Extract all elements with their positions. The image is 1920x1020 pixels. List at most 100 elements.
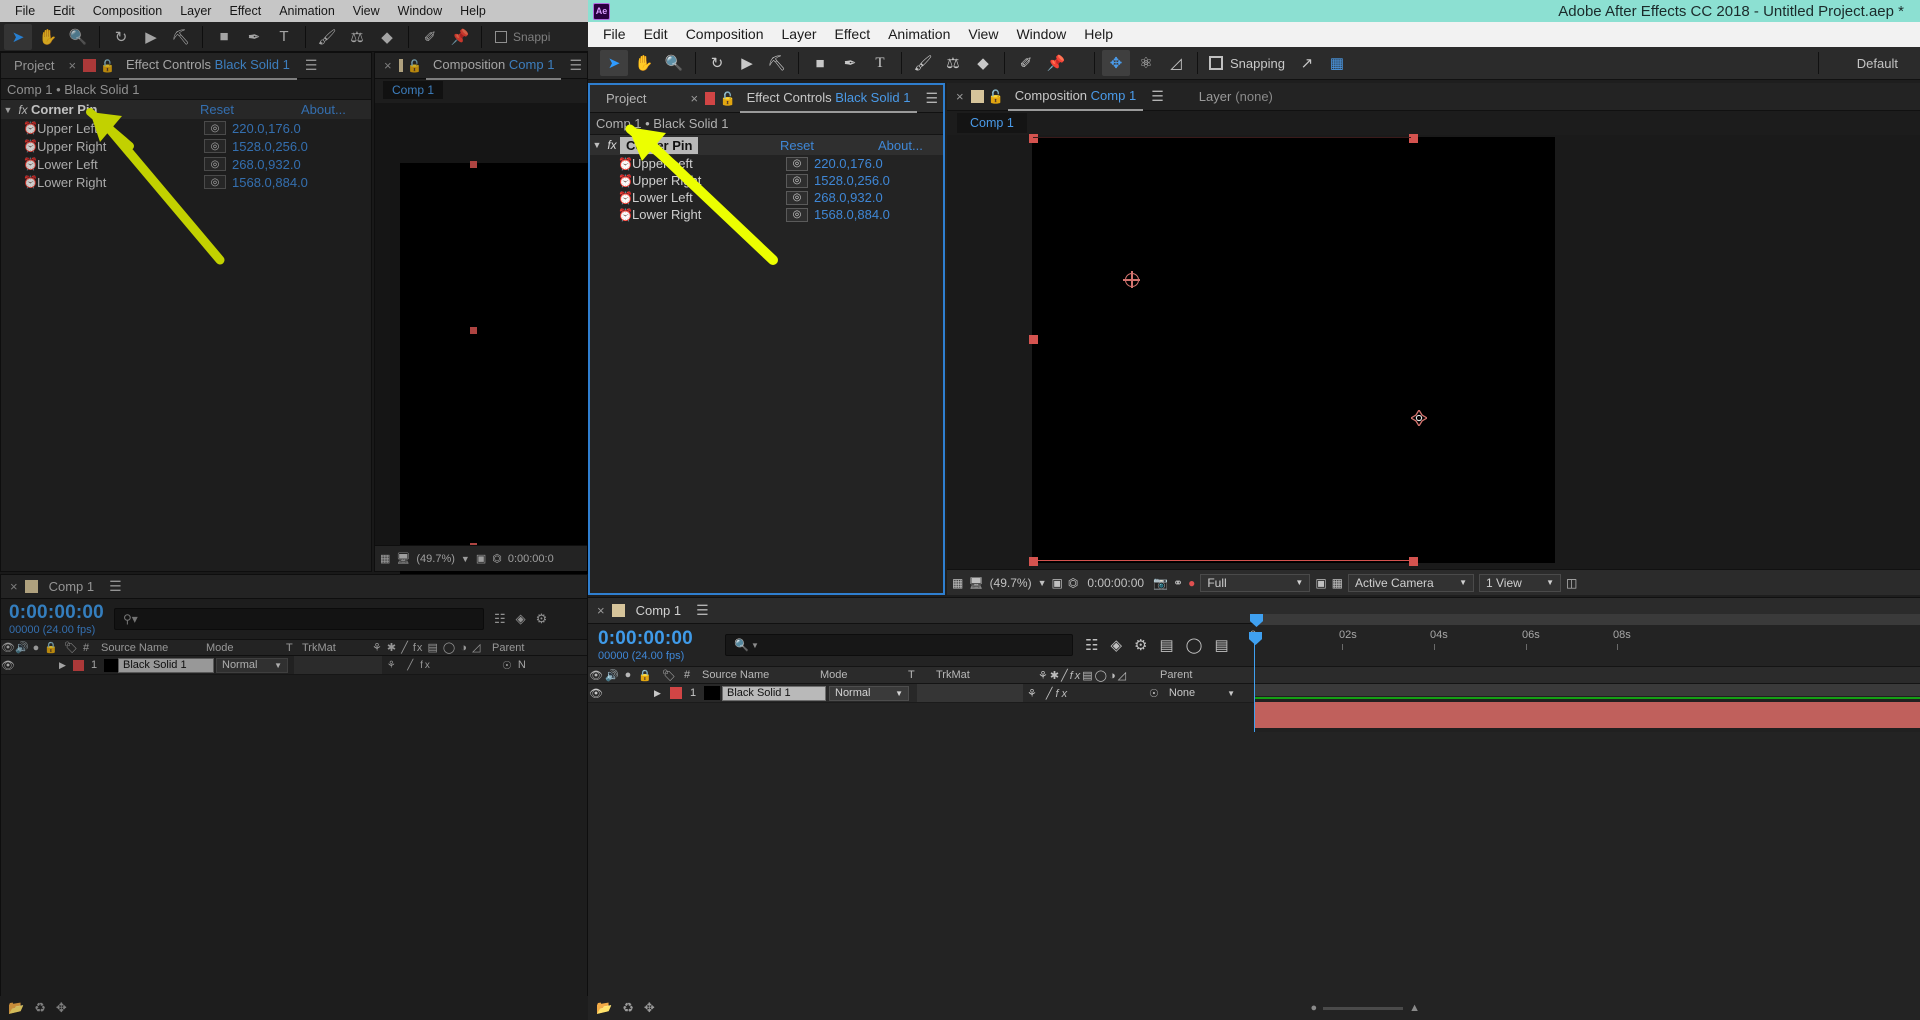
bg-clone-stamp-tool-icon[interactable]: ⚖ [343, 24, 371, 50]
bg-row-parent-icon[interactable]: ☉ [502, 659, 512, 672]
menu-layer[interactable]: Layer [773, 22, 826, 47]
zoom-tool-icon[interactable]: 🔍 [660, 50, 688, 76]
stopwatch-icon-upper-left[interactable]: ⏰ [618, 157, 633, 171]
hand-tool-icon[interactable]: ✋ [630, 50, 658, 76]
tab-project[interactable]: Project [596, 86, 653, 112]
bg-stopwatch-icon-2[interactable]: ⏰ [23, 157, 38, 171]
row-mode-select[interactable]: Normal ▼ [829, 685, 909, 701]
puppet-pin-tool-icon[interactable]: 📌 [1042, 50, 1070, 76]
comp-stage[interactable] [947, 134, 1920, 587]
bg-stopwatch-icon-3[interactable]: ⏰ [23, 175, 38, 189]
bg-view-monitor-icon[interactable]: 🖥 [396, 552, 410, 565]
bg-comp-stage[interactable] [375, 103, 588, 603]
column-solo-icon[interactable]: ● [620, 669, 636, 681]
bg-menu-help[interactable]: Help [451, 0, 495, 24]
row-label-color-swatch[interactable] [670, 687, 682, 699]
bg-menu-effect[interactable]: Effect [220, 0, 270, 24]
timeline-search-input[interactable]: 🔍 ▼ [725, 634, 1073, 656]
bg-status-3d-icon[interactable]: ✥ [56, 1000, 67, 1016]
bg-status-render-icon[interactable]: ♻ [34, 1000, 46, 1016]
pin-target-icon-upper-right[interactable]: ◎ [786, 173, 808, 188]
disclosure-triangle-icon[interactable]: ▼ [590, 140, 604, 150]
bg-ec-effect-name[interactable]: Corner Pin [31, 102, 97, 117]
row-parent-chevron-down-icon[interactable]: ▼ [1227, 689, 1235, 698]
type-tool-icon[interactable]: T [866, 50, 894, 76]
bg-menu-layer[interactable]: Layer [171, 0, 220, 24]
bg-ec-prop-value-1[interactable]: 1528.0,256.0 [232, 139, 308, 154]
timeline-current-time[interactable]: 0:00:00:00 [598, 628, 713, 650]
viewbar-zoom-chevron-down-icon[interactable]: ▼ [1038, 578, 1047, 588]
ec-about-button[interactable]: About... [878, 138, 923, 153]
viewbar-monitor-icon[interactable]: 🖥 [968, 576, 983, 590]
selection-handle-bottom-right[interactable] [1409, 557, 1418, 566]
stopwatch-icon-lower-left[interactable]: ⏰ [618, 191, 633, 205]
bg-menu-window[interactable]: Window [389, 0, 451, 24]
ec-property-row[interactable]: ⏰ Upper Right ◎ 1528.0,256.0 [590, 172, 943, 189]
bg-row-disclosure-icon[interactable]: ▶ [59, 660, 73, 671]
row-source-name[interactable]: Black Solid 1 [722, 685, 826, 701]
pin-target-icon-upper-left[interactable]: ◎ [786, 156, 808, 171]
menu-effect[interactable]: Effect [826, 22, 880, 47]
bg-ec-prop-row[interactable]: ⏰ Upper Left ◎ 220.0,176.0 [1, 119, 371, 137]
anchor-point-icon[interactable] [1411, 410, 1427, 426]
bg-menu-composition[interactable]: Composition [84, 0, 171, 24]
row-parent-value[interactable]: None [1169, 687, 1195, 699]
status-project-icon[interactable]: 📂 [596, 1000, 612, 1016]
track-work-area[interactable] [1254, 684, 1920, 696]
bg-ec-close-icon[interactable]: × [65, 58, 79, 73]
menu-composition[interactable]: Composition [677, 22, 773, 47]
ec-effect-name[interactable]: Corner Pin [620, 136, 699, 154]
ec-property-row[interactable]: ⏰ Lower Left ◎ 268.0,932.0 [590, 189, 943, 206]
ec-effect-title-row[interactable]: ▼ fx Corner Pin Reset About... [590, 135, 943, 155]
bg-ec-prop-row[interactable]: ⏰ Lower Left ◎ 268.0,932.0 [1, 155, 371, 173]
timeline-menu-icon[interactable]: ☰ [692, 602, 714, 619]
bg-selection-tool-icon[interactable]: ➤ [4, 23, 32, 50]
menu-help[interactable]: Help [1075, 22, 1122, 47]
bg-tl-menu-icon[interactable]: ☰ [105, 578, 127, 595]
bg-table-row[interactable]: 👁 ▶ 1 Black Solid 1 Normal ▼ ⚘ ╱ fx ☉ N [1, 656, 587, 675]
status-render-icon[interactable]: ♻ [622, 1000, 634, 1016]
viewbar-timecode[interactable]: 0:00:00:00 [1087, 576, 1144, 590]
bg-row-parent-value[interactable]: N [518, 659, 526, 671]
viewbar-grid-guides-icon[interactable]: ⏣ [1068, 576, 1078, 590]
bg-ec-reset-button[interactable]: Reset [200, 102, 234, 117]
bg-ec-prop-value-3[interactable]: 1568.0,884.0 [232, 175, 308, 190]
stopwatch-icon-upper-right[interactable]: ⏰ [618, 174, 633, 188]
viewbar-camera-select[interactable]: Active Camera ▼ [1348, 573, 1474, 592]
pin-target-icon-lower-left[interactable]: ◎ [786, 190, 808, 205]
ec-menu-icon[interactable]: ☰ [921, 90, 943, 107]
timeline-frame-blending-icon[interactable]: ▤ [1159, 636, 1173, 654]
bg-row-source-name[interactable]: Black Solid 1 [118, 657, 214, 673]
roto-brush-tool-icon[interactable]: ✐ [1012, 50, 1040, 76]
bg-row-eye-icon[interactable]: 👁 [1, 659, 15, 672]
rotation-tool-icon[interactable]: ↻ [703, 50, 731, 76]
ec-prop-value-upper-left[interactable]: 220.0,176.0 [814, 156, 883, 171]
row-disclosure-triangle-icon[interactable]: ▶ [654, 688, 670, 699]
bg-comp-timecode[interactable]: 0:00:00:0 [508, 553, 554, 565]
bg-col-eye-icon[interactable]: 👁 [1, 641, 15, 654]
bg-view-region-icon[interactable]: ▣ [476, 552, 486, 565]
viewbar-toggle-mask-icon[interactable]: ▦ [1332, 576, 1343, 590]
selection-handle-top-left[interactable] [1029, 134, 1038, 143]
bg-status-project-icon[interactable]: 📂 [8, 1000, 24, 1016]
bg-pin-target-icon-2[interactable]: ◎ [204, 157, 226, 171]
timeline-motion-blur-icon[interactable]: ◯ [1186, 636, 1203, 654]
bg-col-lock-icon[interactable]: 🔒 [43, 641, 59, 654]
bg-menu-edit[interactable]: Edit [44, 0, 84, 24]
menu-window[interactable]: Window [1007, 22, 1075, 47]
comp-menu-icon[interactable]: ☰ [1147, 88, 1169, 105]
bg-pin-target-icon-0[interactable]: ◎ [204, 121, 226, 135]
viewbar-mask-icon[interactable]: ⚭ [1173, 576, 1183, 590]
shape-tool-icon[interactable]: ■ [806, 50, 834, 76]
bg-ec-lock-icon[interactable]: 🔓 [100, 59, 115, 73]
bg-view-snapshot-icon[interactable]: ▦ [380, 552, 390, 565]
timeline-work-area-bar[interactable] [1254, 614, 1920, 625]
bg-ec-prop-row[interactable]: ⏰ Lower Right ◎ 1568.0,884.0 [1, 173, 371, 191]
bg-shape-tool-icon[interactable]: ■ [210, 24, 238, 50]
viewbar-transparency-grid-icon[interactable]: ▣ [1315, 576, 1326, 590]
timeline-ruler[interactable]: 0s 02s 04s 06s 08s [1249, 614, 1920, 650]
ec-reset-button[interactable]: Reset [780, 138, 814, 153]
track-camera-tool-icon[interactable]: ◿ [1162, 50, 1190, 76]
pin-target-icon-lower-right[interactable]: ◎ [786, 207, 808, 222]
tab-composition[interactable]: Composition Comp 1 [1007, 83, 1144, 111]
